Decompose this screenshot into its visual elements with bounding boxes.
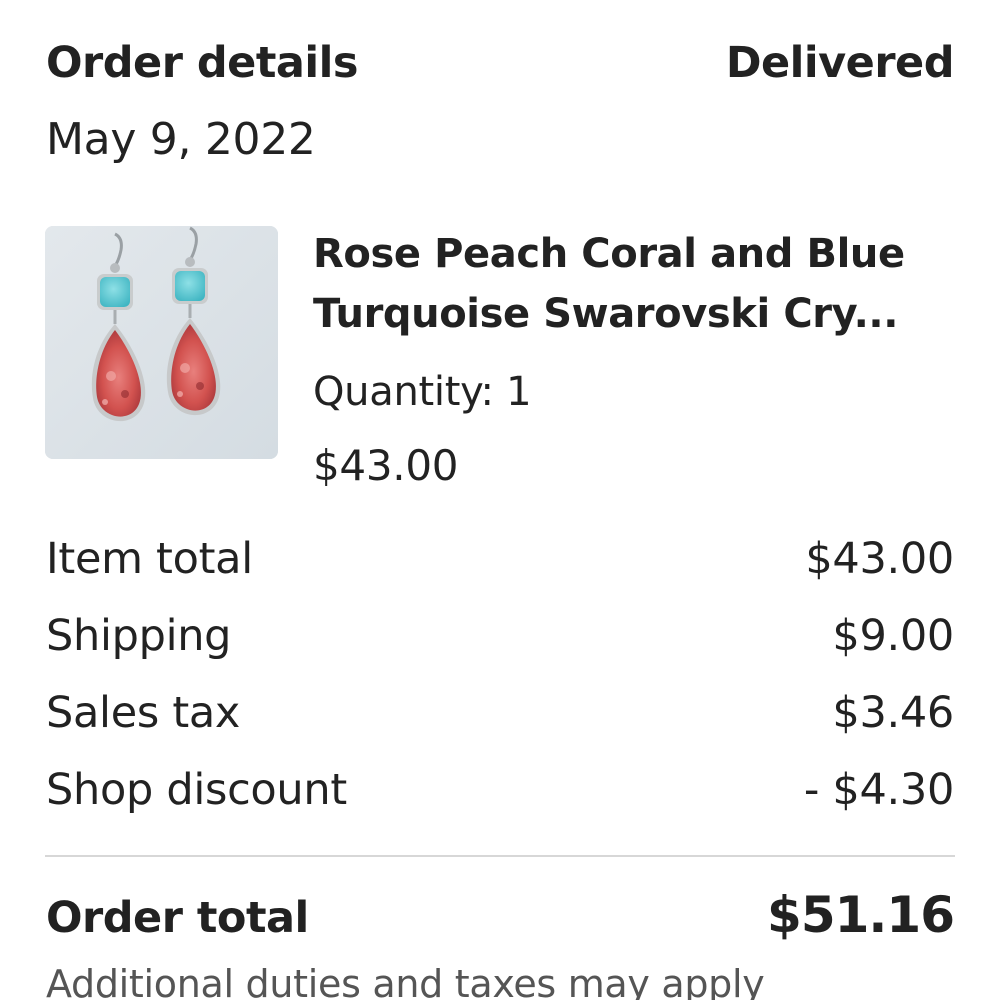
summary-row-shop-discount: Shop discount - $4.30 [46, 765, 954, 842]
product-thumbnail[interactable] [45, 226, 278, 459]
order-item[interactable]: Rose Peach Coral and Blue Turquoise Swar… [45, 226, 955, 506]
summary-value: - $4.30 [803, 765, 954, 815]
summary-label: Item total [46, 534, 253, 584]
summary-value: $9.00 [832, 611, 954, 661]
order-header: Order details Delivered [46, 38, 955, 88]
summary-row-shipping: Shipping $9.00 [46, 611, 954, 688]
order-total-label: Order total [46, 893, 309, 943]
page-title: Order details [46, 38, 358, 88]
order-status: Delivered [725, 38, 955, 88]
summary-label: Sales tax [46, 688, 241, 738]
order-details-page: Order details Delivered May 9, 2022 Rose… [0, 0, 1000, 1000]
summary-label: Shipping [46, 611, 232, 661]
earrings-product-image [45, 226, 278, 459]
item-quantity: Quantity: 1 [313, 369, 532, 415]
summary-value: $3.46 [832, 688, 954, 738]
item-title-line-1: Rose Peach Coral and Blue [313, 231, 905, 277]
item-title[interactable]: Rose Peach Coral and Blue Turquoise Swar… [313, 224, 953, 344]
item-price: $43.00 [313, 441, 459, 490]
summary-label: Shop discount [46, 765, 347, 815]
order-summary: Item total $43.00 Shipping $9.00 Sales t… [46, 534, 954, 842]
duties-note: Additional duties and taxes may apply [46, 962, 765, 1000]
order-total-row: Order total $51.16 [46, 886, 955, 944]
item-title-line-2: Turquoise Swarovski Cry... [313, 291, 899, 337]
divider [45, 855, 955, 857]
summary-row-item-total: Item total $43.00 [46, 534, 954, 611]
summary-value: $43.00 [805, 534, 954, 584]
item-info: Rose Peach Coral and Blue Turquoise Swar… [313, 226, 953, 496]
summary-row-sales-tax: Sales tax $3.46 [46, 688, 954, 765]
order-total-value: $51.16 [767, 886, 955, 944]
order-date: May 9, 2022 [46, 114, 316, 165]
